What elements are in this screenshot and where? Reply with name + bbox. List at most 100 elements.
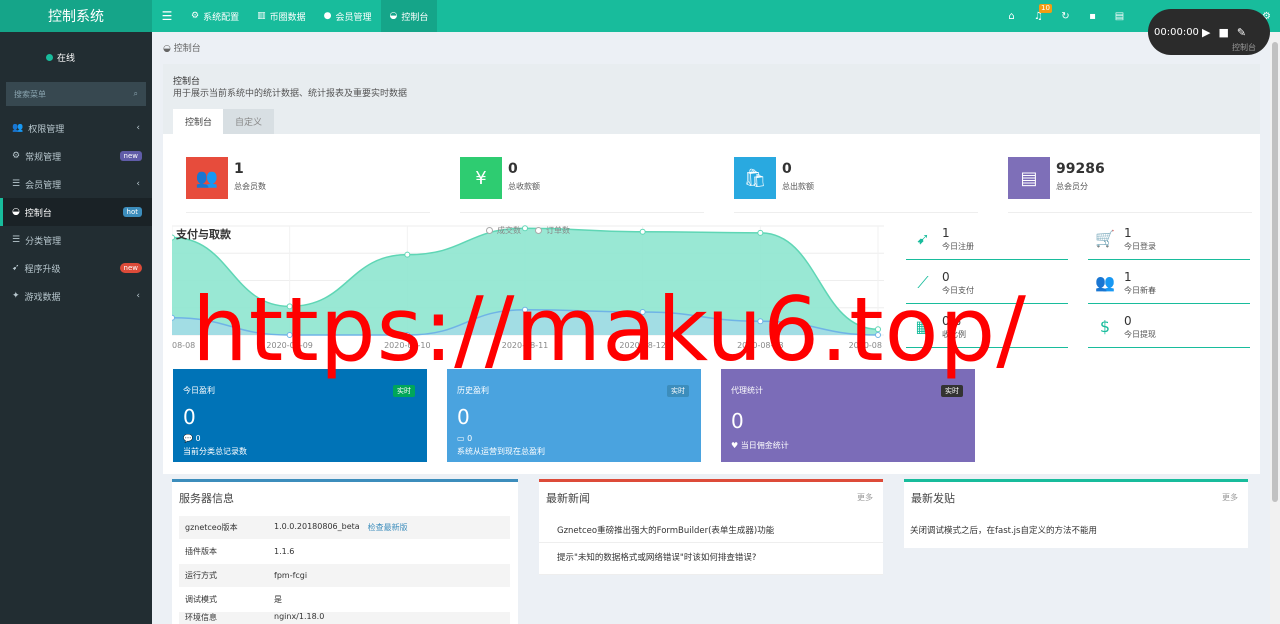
stat-value: 99286 [1056, 161, 1105, 177]
yen-icon: ¥ [460, 157, 502, 199]
pencil-icon[interactable]: ✎ [1237, 26, 1246, 39]
sidebar-item-category[interactable]: ☰ 分类管理 [0, 226, 152, 254]
table-row: 调试模式是 [185, 595, 282, 604]
sidebar-item-member[interactable]: ☰ 会员管理 ‹ [0, 170, 152, 198]
legend-dot-icon [535, 227, 542, 234]
more-link[interactable]: 更多 [1222, 492, 1238, 503]
table-row: 运行方式 fpm-fcgi [179, 564, 510, 587]
table-row: 插件版本 1.1.6 [185, 547, 295, 556]
rocket-icon: ➹ [12, 263, 20, 273]
gear-icon: ⚙ [191, 11, 200, 21]
new-badge: new [119, 151, 142, 161]
bar-chart-icon: ▥ [257, 11, 266, 21]
new-badge: new [119, 263, 142, 273]
stat-value: 0 [508, 161, 518, 177]
magic-icon: ✦ [12, 291, 20, 301]
notify-badge: 10 [1039, 4, 1052, 13]
sidebar-item-general[interactable]: ⚙ 常规管理 new [0, 142, 152, 170]
realtime-badge: 实时 [393, 385, 415, 397]
tab-custom[interactable]: 自定义 [223, 109, 275, 134]
bell-icon[interactable]: ♫ 10 [1025, 0, 1052, 32]
mini-today-withdraw: $ 0 今日提现 [1088, 314, 1250, 348]
sidebar-item-dashboard[interactable]: ◒ 控制台 hot [0, 198, 152, 226]
money-icon: ▭ [457, 434, 468, 443]
refresh-icon[interactable]: ↻ [1052, 0, 1079, 32]
list-icon: ☰ [12, 235, 21, 245]
news-box: 最新新闻 更多 Gznetceo重磅推出强大的FormBuilder(表单生成器… [539, 479, 883, 575]
chart-title: 支付与取款 [176, 228, 231, 241]
scrollbar[interactable] [1270, 32, 1280, 624]
hot-badge: hot [122, 207, 142, 217]
data-point [404, 251, 411, 258]
list-item[interactable]: Gznetceo重磅推出强大的FormBuilder(表单生成器)功能 [557, 524, 774, 536]
posts-box: 最新发贴 更多 关闭调试模式之后，在fast.js自定义的方法不能用 [904, 479, 1248, 548]
stat-total-members: 👥 1 总会员数 [186, 155, 430, 213]
tab-member-manage[interactable]: ● 会员管理 [315, 0, 381, 32]
check-update-link[interactable]: 检查最新版 [368, 522, 408, 533]
stat-total-payout: 🛍 0 总出款额 [734, 155, 978, 213]
translate-icon[interactable]: ▤ [1106, 0, 1133, 32]
page-subtitle: 用于展示当前系统中的统计数据、统计报表及重要实时数据 [173, 89, 408, 99]
more-link[interactable]: 更多 [857, 492, 873, 503]
stat-label: 总会员分 [1056, 182, 1088, 191]
list-icon: ☰ [12, 179, 21, 189]
divider [539, 574, 883, 575]
card-history-profit: 历史盈利 实时 0 ▭ 0 系统从运营到现在总盈利 [447, 369, 701, 462]
table-row: gznetceo版本 1.0.0.20180806_beta 检查最新版 [179, 516, 510, 539]
server-info-box: 服务器信息 gznetceo版本 1.0.0.20180806_beta 检查最新版… [172, 479, 518, 624]
legend-dot-icon [486, 227, 493, 234]
scrollbar-thumb[interactable] [1272, 42, 1278, 502]
stat-label: 总会员数 [234, 182, 266, 191]
stat-value: 1 [234, 161, 244, 177]
legend-item-deals[interactable]: 成交数 [486, 225, 521, 236]
app-logo[interactable]: 控制系统 [0, 0, 152, 32]
book-icon: ▤ [1008, 157, 1050, 199]
stop-icon[interactable]: ■ [1218, 26, 1228, 39]
tab-system-config[interactable]: ⚙ 系统配置 [182, 0, 248, 32]
card-today-profit: 今日盈利 实时 0 💬 0 当前分类总记录数 [173, 369, 427, 462]
search-input[interactable]: 搜索菜单 ⌕ [6, 82, 146, 106]
online-dot-icon [46, 53, 53, 61]
legend-item-orders[interactable]: 订单数 [535, 225, 570, 236]
sidebar-item-game-data[interactable]: ✦ 游戏数据 ‹ [0, 282, 152, 310]
mini-today-login: 🛒 1 今日登录 [1088, 226, 1250, 260]
users-icon: 👥 [1095, 273, 1115, 292]
play-icon[interactable]: ▶ [1202, 26, 1210, 39]
stat-total-income: ¥ 0 总收款额 [460, 155, 704, 213]
data-point [172, 314, 175, 321]
stat-label: 总收款额 [508, 182, 540, 191]
recorder-time: 00:00:00 [1154, 26, 1199, 38]
menu-toggle-icon[interactable]: ☰ [152, 0, 182, 32]
watermark-text: https://maku6.top/ [192, 278, 1027, 381]
chevron-left-icon: ‹ [136, 291, 140, 301]
cogs-icon: ⚙ [12, 151, 21, 161]
dollar-icon: $ [1099, 317, 1111, 336]
realtime-badge: 实时 [941, 385, 963, 397]
panel-header: 控制台 用于展示当前系统中的统计数据、统计报表及重要实时数据 控制台 自定义 [163, 64, 1260, 134]
stat-label: 总出款额 [782, 182, 814, 191]
dashboard-icon: ◒ [389, 11, 398, 21]
home-icon[interactable]: ⌂ [998, 0, 1025, 32]
table-row: 环境信息 nginx/1.18.0 [179, 612, 510, 624]
tab-console[interactable]: 控制台 [173, 109, 225, 134]
data-point [172, 234, 175, 241]
trash-icon[interactable]: ▪ [1079, 0, 1106, 32]
stat-total-points: ▤ 99286 总会员分 [1008, 155, 1252, 213]
users-icon: 👥 [186, 157, 228, 199]
tab-dashboard[interactable]: ◒ 控制台 [380, 0, 438, 32]
dashboard-icon: ◒ [12, 207, 20, 217]
tab-crypto-data[interactable]: ▥ 币圈数据 [248, 0, 315, 32]
sidebar-item-auth[interactable]: 👥 权限管理 ‹ [0, 114, 152, 142]
dashboard-icon: ◒ [163, 44, 174, 54]
data-point [639, 228, 646, 235]
list-item[interactable]: 关闭调试模式之后，在fast.js自定义的方法不能用 [910, 524, 1097, 536]
stat-value: 0 [782, 161, 792, 177]
realtime-badge: 实时 [667, 385, 689, 397]
rocket-icon: ➹ [916, 229, 930, 248]
sidebar-item-upgrade[interactable]: ➹ 程序升级 new [0, 254, 152, 282]
divider [539, 542, 883, 543]
chevron-left-icon: ‹ [136, 179, 140, 189]
mini-today-register: ➹ 1 今日注册 [906, 226, 1068, 260]
list-item[interactable]: 提示"未知的数据格式或网络错误"时该如何排查错误? [557, 551, 756, 563]
card-agent-stats: 代理统计 实时 0 ♥ 当日佣金统计 [721, 369, 975, 462]
